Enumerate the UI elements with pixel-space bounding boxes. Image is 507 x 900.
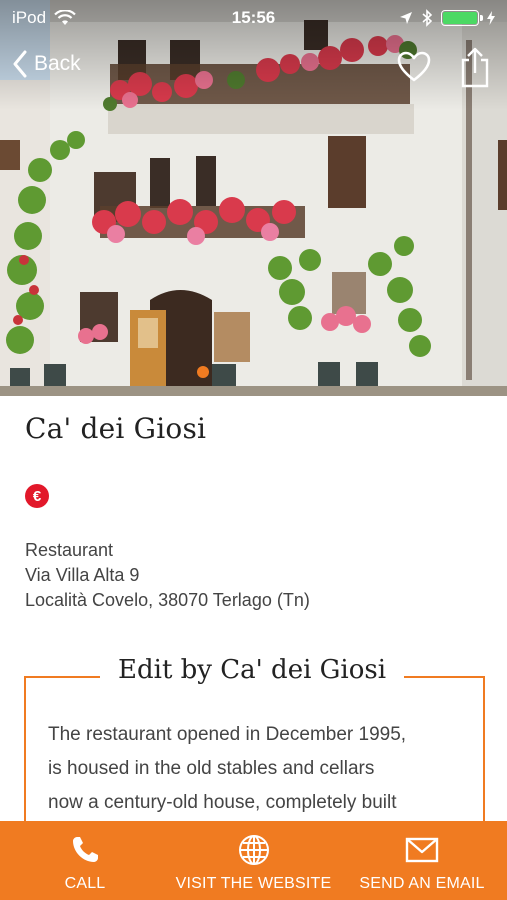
phone-icon: [73, 837, 98, 862]
call-button[interactable]: CALL: [0, 821, 170, 900]
chevron-left-icon: [13, 50, 27, 78]
share-icon: [461, 47, 489, 88]
visit-website-button[interactable]: VISIT THE WEBSITE: [170, 821, 337, 900]
carrier-label: iPod: [12, 8, 47, 27]
place-name: Ca' dei Giosi: [25, 412, 207, 445]
back-button[interactable]: Back: [12, 50, 81, 78]
favorite-button[interactable]: [396, 50, 432, 86]
battery-icon: [441, 10, 483, 26]
gallery-page-indicator[interactable]: [197, 366, 209, 378]
send-email-label: SEND AN EMAIL: [359, 875, 485, 892]
send-email-button[interactable]: SEND AN EMAIL: [337, 821, 507, 900]
status-bar: iPod 15:56: [0, 0, 507, 36]
edit-description: The restaurant opened in December 1995, …: [48, 718, 468, 820]
nav-bar: Back: [0, 44, 507, 92]
edit-title: Edit by Ca' dei Giosi: [100, 655, 405, 685]
bluetooth-icon: [422, 9, 433, 27]
edit-line: The restaurant opened in December 1995,: [48, 724, 407, 745]
action-bar: CALL VISIT THE WEBSITE SEND AN EMAIL: [0, 821, 507, 900]
price-level-badge: €: [25, 484, 49, 508]
edit-line: is housed in the old stables and cellars: [48, 758, 375, 779]
share-button[interactable]: [458, 46, 492, 88]
status-left: iPod: [12, 8, 76, 28]
place-category: Restaurant: [25, 540, 114, 560]
globe-icon: [238, 835, 269, 865]
envelope-icon: [405, 837, 439, 863]
back-label: Back: [34, 52, 81, 75]
heart-icon: [397, 51, 431, 82]
location-arrow-icon: [400, 12, 412, 24]
call-label: CALL: [64, 875, 106, 892]
visit-website-label: VISIT THE WEBSITE: [175, 875, 332, 892]
status-right: [399, 9, 495, 27]
edit-line: now a century-old house, completely buil…: [48, 792, 397, 813]
address-line-2[interactable]: Località Covelo, 38070 Terlago (Tn): [25, 588, 310, 613]
charging-icon: [487, 11, 495, 25]
address-line-1[interactable]: Via Villa Alta 9: [25, 563, 310, 588]
place-info: Restaurant Via Villa Alta 9 Località Cov…: [25, 538, 310, 613]
wifi-icon: [54, 10, 76, 25]
